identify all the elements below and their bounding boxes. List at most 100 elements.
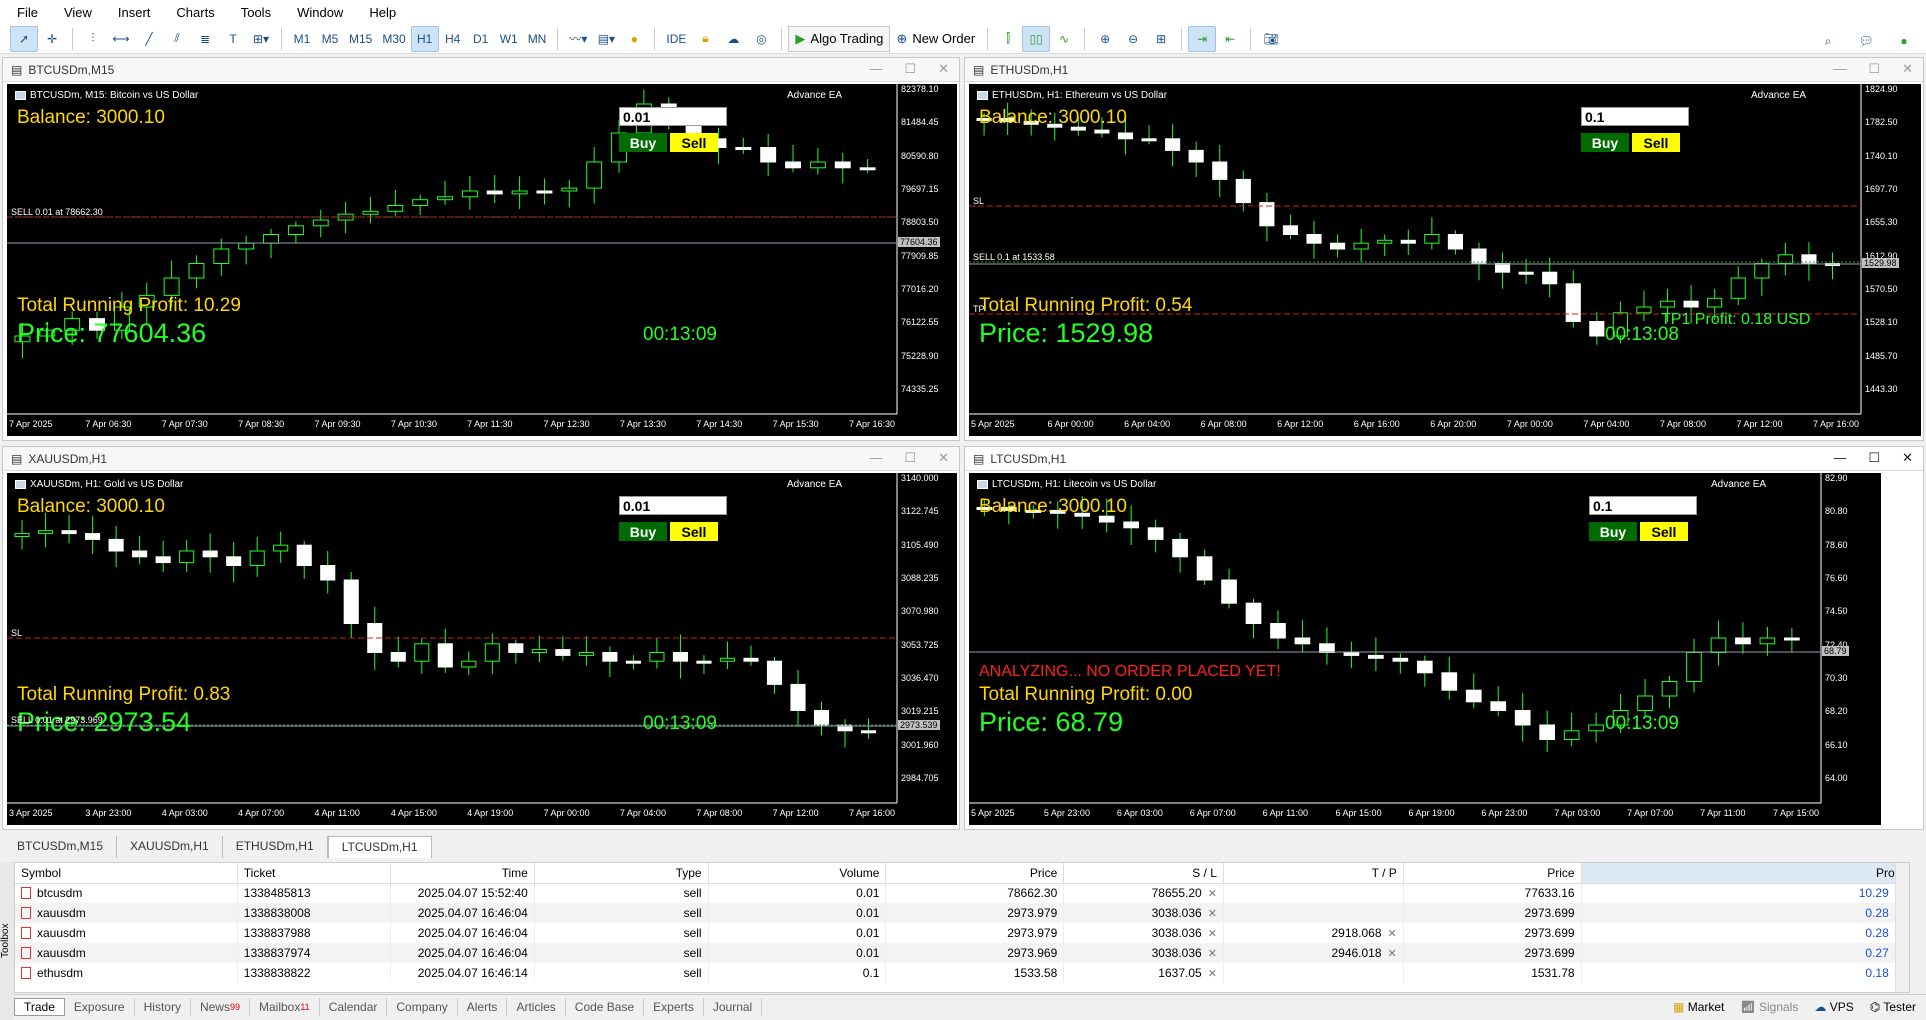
tf-m1[interactable]: M1: [288, 26, 316, 52]
tf-m30[interactable]: M30: [377, 26, 410, 52]
col-type[interactable]: Type: [534, 863, 709, 884]
tf-mn[interactable]: MN: [523, 26, 552, 52]
tab-articles[interactable]: Articles: [507, 997, 566, 1016]
templates-icon[interactable]: ▤▾: [592, 26, 620, 52]
remove-icon[interactable]: ✕: [1208, 948, 1217, 960]
col-symbol[interactable]: Symbol: [15, 863, 238, 884]
maximize-icon[interactable]: ☐: [1868, 61, 1880, 77]
close-icon[interactable]: ✕: [938, 61, 949, 77]
chat-icon[interactable]: 💬︎: [1852, 28, 1880, 54]
toolbox-label[interactable]: Toolbox: [0, 862, 14, 1020]
chart-canvas[interactable]: ETHUSDm, H1: Ethereum vs US Dollar Advanc…: [969, 84, 1921, 436]
col-volume[interactable]: Volume: [708, 863, 887, 884]
tab-journal[interactable]: Journal: [704, 997, 763, 1016]
horizontal-line-icon[interactable]: ⟷: [107, 26, 135, 52]
trendline-icon[interactable]: ╱: [135, 26, 163, 52]
tf-h4[interactable]: H4: [439, 26, 467, 52]
fibonacci-icon[interactable]: ≣: [191, 26, 219, 52]
algo-trading-button[interactable]: ▶ Algo Trading: [788, 25, 891, 52]
col-profit[interactable]: Profit: [1581, 863, 1909, 884]
chart-tab[interactable]: ETHUSDm,H1: [222, 836, 328, 858]
auto-scroll-icon[interactable]: ⇥: [1188, 25, 1217, 52]
tab-alerts[interactable]: Alerts: [458, 997, 508, 1016]
col-time[interactable]: Time: [390, 863, 535, 884]
tf-h1[interactable]: H1: [410, 25, 439, 52]
lot-size-input[interactable]: 0.01: [619, 496, 727, 515]
maximize-icon[interactable]: ☐: [904, 61, 916, 77]
vps-button[interactable]: ☁ VPS: [1814, 1000, 1853, 1014]
lot-size-input[interactable]: 0.01: [619, 107, 727, 126]
lot-size-input[interactable]: 0.1: [1581, 107, 1689, 126]
minimize-icon[interactable]: —: [1833, 450, 1846, 466]
close-icon[interactable]: ✕: [938, 450, 949, 466]
tab-news[interactable]: News 99: [191, 997, 250, 1016]
minimize-icon[interactable]: —: [1833, 61, 1846, 77]
tf-m15[interactable]: M15: [344, 26, 377, 52]
remove-icon[interactable]: ✕: [1208, 888, 1217, 900]
buy-button[interactable]: Buy: [1589, 522, 1637, 541]
tab-mailbox[interactable]: Mailbox 11: [250, 997, 320, 1016]
lock-icon[interactable]: 🔒︎: [691, 26, 719, 52]
vertical-line-icon[interactable]: ⫶: [79, 26, 107, 52]
sell-button[interactable]: Sell: [1640, 522, 1688, 541]
lot-size-input[interactable]: 0.1: [1589, 496, 1697, 515]
buy-button[interactable]: Buy: [1581, 133, 1629, 152]
shapes-icon[interactable]: ⊞▾: [247, 26, 275, 52]
col-ticket[interactable]: Ticket: [237, 863, 392, 884]
close-icon[interactable]: ✕: [1902, 450, 1913, 466]
table-row[interactable]: ethusdm 1338838822 2025.04.07 16:46:14 sell…: [15, 963, 1909, 983]
zoom-out-icon[interactable]: ⊖: [1119, 26, 1147, 52]
buy-button[interactable]: Buy: [619, 133, 667, 152]
remove-icon[interactable]: ✕: [1208, 928, 1217, 940]
menu-view[interactable]: View: [51, 5, 105, 20]
window-titlebar[interactable]: ▤ XAUUSDm,H1 — ☐ ✕: [3, 447, 959, 471]
coin-icon[interactable]: ●: [620, 26, 648, 52]
cloud-icon[interactable]: ☁: [719, 26, 747, 52]
tester-button[interactable]: ⌬ Tester: [1870, 1000, 1916, 1014]
line-chart-icon[interactable]: ∿: [1050, 26, 1078, 52]
col-tp[interactable]: T / P: [1223, 863, 1404, 884]
window-titlebar[interactable]: ▤ ETHUSDm,H1 — ☐ ✕: [965, 58, 1923, 82]
chart-tab[interactable]: LTCUSDm,H1: [327, 836, 432, 858]
window-titlebar[interactable]: ▤ BTCUSDm,M15 — ☐ ✕: [3, 58, 959, 82]
table-row[interactable]: xauusdm 1338837988 2025.04.07 16:46:04 sell…: [15, 923, 1909, 943]
remove-icon[interactable]: ✕: [1208, 968, 1217, 980]
tab-company[interactable]: Company: [387, 997, 458, 1016]
tab-experts[interactable]: Experts: [644, 997, 704, 1016]
menu-insert[interactable]: Insert: [105, 5, 164, 20]
channel-icon[interactable]: ⫽: [163, 26, 191, 52]
window-titlebar[interactable]: ▤ LTCUSDm,H1 — ☐ ✕: [965, 447, 1923, 471]
tile-windows-icon[interactable]: ⊞: [1147, 26, 1175, 52]
new-order-button[interactable]: ⊕ New Order: [890, 26, 981, 52]
table-row[interactable]: xauusdm 1338838008 2025.04.07 16:46:04 sell…: [15, 903, 1909, 923]
chart-canvas[interactable]: XAUUSDm, H1: Gold vs US Dollar Advance EA…: [7, 473, 957, 825]
tab-calendar[interactable]: Calendar: [320, 997, 388, 1016]
tf-w1[interactable]: W1: [495, 26, 523, 52]
search-icon[interactable]: ⌕: [1814, 28, 1842, 54]
tab-code-base[interactable]: Code Base: [566, 997, 645, 1016]
col-current-price[interactable]: Price: [1403, 863, 1582, 884]
indicators-icon[interactable]: 〰▾: [564, 26, 592, 52]
sell-button[interactable]: Sell: [670, 133, 718, 152]
tf-m5[interactable]: M5: [316, 26, 344, 52]
screenshot-icon[interactable]: 📷︎: [1257, 26, 1285, 52]
menu-file[interactable]: File: [4, 5, 51, 20]
table-scrollbar[interactable]: [1895, 863, 1909, 992]
account-icon[interactable]: ●: [1890, 28, 1918, 54]
bar-chart-icon[interactable]: ⫿: [994, 26, 1022, 52]
ide-button[interactable]: IDE: [661, 26, 691, 52]
crosshair-icon[interactable]: ✛: [38, 26, 66, 52]
remove-icon[interactable]: ✕: [1208, 908, 1217, 920]
chart-shift-icon[interactable]: ⇤: [1216, 26, 1244, 52]
col-price[interactable]: Price: [885, 863, 1065, 884]
table-row[interactable]: xauusdm 1338837974 2025.04.07 16:46:04 sell…: [15, 943, 1909, 963]
tab-history[interactable]: History: [135, 997, 191, 1016]
menu-help[interactable]: Help: [356, 5, 409, 20]
tab-trade[interactable]: Trade: [14, 997, 65, 1016]
maximize-icon[interactable]: ☐: [1868, 450, 1880, 466]
signals-button[interactable]: 📶︎ Signals: [1740, 1000, 1798, 1014]
sell-button[interactable]: Sell: [670, 522, 718, 541]
menu-tools[interactable]: Tools: [228, 5, 284, 20]
sell-button[interactable]: Sell: [1632, 133, 1680, 152]
tf-d1[interactable]: D1: [467, 26, 495, 52]
